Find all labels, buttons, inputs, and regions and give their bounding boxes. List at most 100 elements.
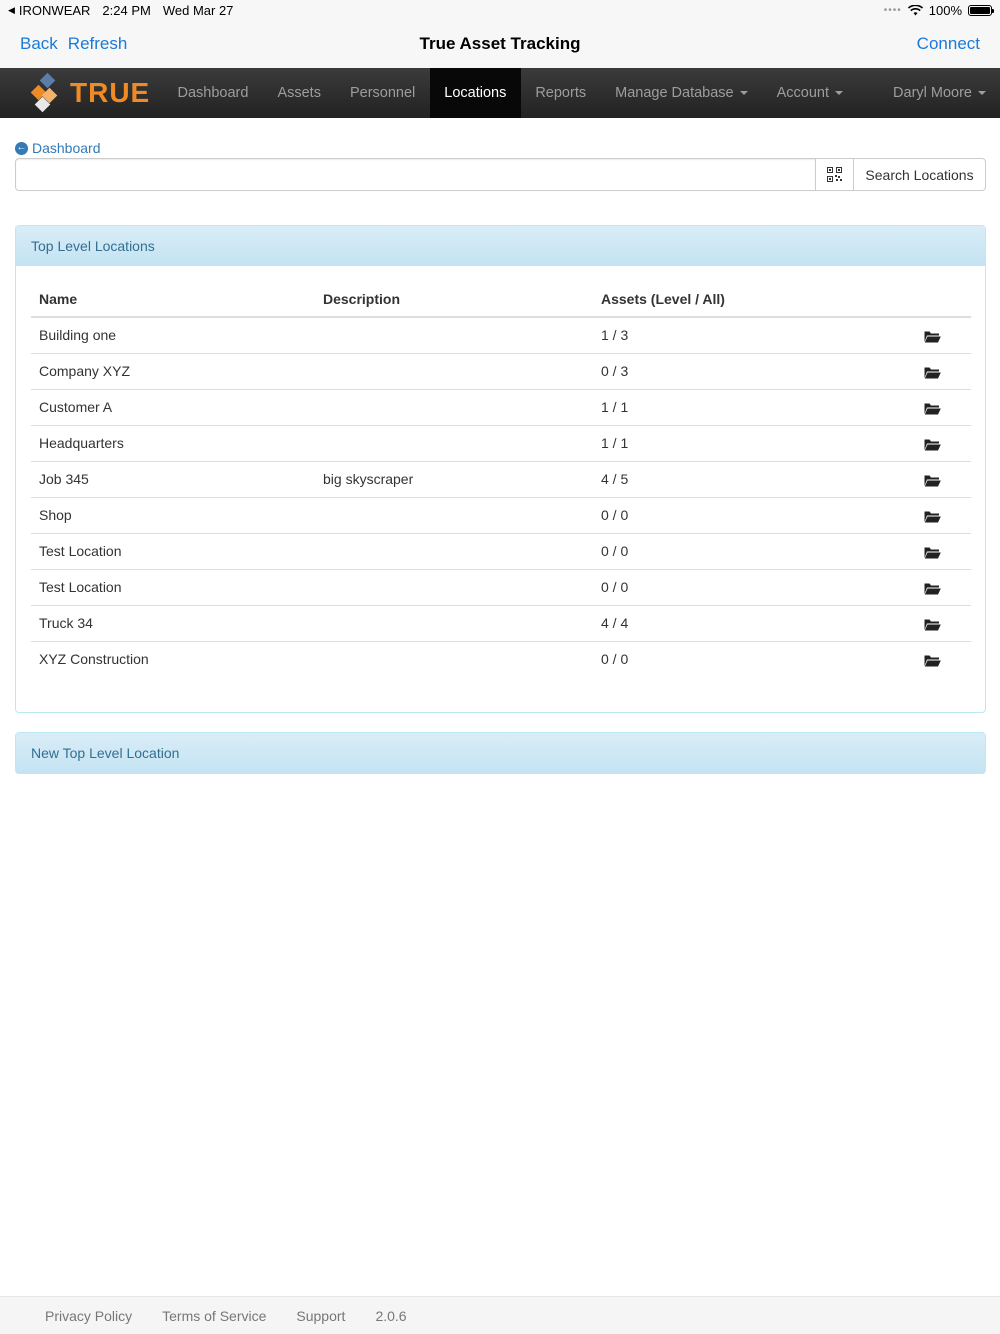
- qrcode-icon: [827, 167, 842, 182]
- version-label: 2.0.6: [375, 1307, 407, 1324]
- battery-percent: 100%: [928, 3, 962, 18]
- nav-manage-database[interactable]: Manage Database: [601, 68, 763, 118]
- open-location-button[interactable]: [893, 604, 971, 641]
- location-asset-count: 0 / 0: [593, 568, 893, 605]
- support-link[interactable]: Support: [281, 1308, 360, 1324]
- connect-button[interactable]: Connect: [917, 34, 980, 54]
- column-header-actions: [893, 281, 971, 318]
- open-location-button[interactable]: [893, 496, 971, 533]
- location-name: Building one: [39, 327, 117, 344]
- breadcrumb-dashboard-link[interactable]: ← Dashboard: [15, 140, 101, 156]
- terms-of-service-link[interactable]: Terms of Service: [147, 1308, 281, 1324]
- status-bar: ◀ IRONWEAR 2:24 PM Wed Mar 27 •••• 100%: [0, 0, 1000, 22]
- folder-open-icon: [924, 655, 941, 667]
- circle-arrow-left-icon: ←: [15, 141, 28, 155]
- location-asset-count: 4 / 4: [593, 604, 893, 641]
- nav-account-label: Account: [776, 85, 830, 101]
- open-location-button[interactable]: [893, 317, 971, 353]
- column-header-name: Name: [31, 281, 315, 318]
- open-location-button[interactable]: [893, 352, 971, 389]
- location-description: big skyscraper: [315, 460, 593, 497]
- caret-down-icon: [978, 91, 986, 95]
- table-row: Headquarters 1 / 1: [31, 424, 971, 461]
- location-description: [315, 496, 593, 533]
- location-description: [315, 568, 593, 605]
- nav-dashboard[interactable]: Dashboard: [163, 68, 263, 118]
- qr-scan-button[interactable]: [815, 158, 854, 191]
- status-time: 2:24 PM: [102, 3, 151, 18]
- location-asset-count: 1 / 1: [593, 388, 893, 425]
- open-location-button[interactable]: [893, 568, 971, 605]
- open-location-button[interactable]: [893, 388, 971, 425]
- search-locations-button[interactable]: Search Locations: [854, 158, 986, 191]
- open-location-button[interactable]: [893, 460, 971, 497]
- location-name: Headquarters: [31, 424, 315, 461]
- location-asset-count: 0 / 0: [593, 496, 893, 533]
- refresh-button[interactable]: Refresh: [68, 34, 128, 54]
- location-name: Company XYZ: [31, 352, 315, 389]
- status-date: Wed Mar 27: [162, 3, 234, 18]
- folder-open-icon: [924, 547, 941, 559]
- nav-reports[interactable]: Reports: [521, 68, 601, 118]
- nav-account[interactable]: Account: [762, 68, 857, 118]
- nav-assets[interactable]: Assets: [263, 68, 336, 118]
- breadcrumb-label: Dashboard: [32, 140, 101, 156]
- location-description: [315, 424, 593, 461]
- ios-navigation-bar: Back Refresh True Asset Tracking Connect: [0, 22, 1000, 68]
- wifi-icon: [907, 5, 923, 16]
- table-row: Test Location 0 / 0: [31, 532, 971, 569]
- table-row: Job 345 big skyscraper 4 / 5: [31, 460, 971, 497]
- table-header-row: Name Description Assets (Level / All): [31, 281, 971, 318]
- privacy-policy-link[interactable]: Privacy Policy: [30, 1308, 147, 1324]
- back-button[interactable]: Back: [20, 34, 58, 54]
- location-name: Shop: [31, 496, 315, 533]
- location-name: Truck 34: [31, 604, 315, 641]
- location-description: [315, 352, 593, 389]
- new-location-title[interactable]: New Top Level Location: [16, 733, 985, 773]
- folder-open-icon: [924, 511, 941, 523]
- back-to-app-icon[interactable]: ◀: [8, 5, 15, 16]
- folder-open-icon: [924, 439, 941, 451]
- true-logo-icon: [30, 72, 66, 113]
- user-name: Daryl Moore: [893, 85, 972, 101]
- location-asset-count: 0 / 0: [593, 640, 893, 677]
- locations-table: Name Description Assets (Level / All) Bu…: [31, 281, 971, 677]
- carrier-label[interactable]: IRONWEAR: [19, 3, 91, 18]
- column-header-assets: Assets (Level / All): [593, 281, 893, 318]
- table-row: XYZ Construction 0 / 0: [31, 640, 971, 677]
- nav-locations[interactable]: Locations: [429, 68, 521, 118]
- footer: Privacy Policy Terms of Service Support …: [0, 1296, 1000, 1334]
- brand-logo[interactable]: TRUE: [0, 68, 163, 118]
- location-asset-count: 0 / 3: [593, 352, 893, 389]
- open-location-button[interactable]: [893, 640, 971, 677]
- nav-user-menu[interactable]: Daryl Moore: [879, 68, 1000, 118]
- location-description: [315, 388, 593, 425]
- caret-down-icon: [739, 91, 748, 95]
- location-name: Job 345: [31, 460, 315, 497]
- new-top-level-location-panel[interactable]: New Top Level Location: [15, 732, 986, 774]
- signal-icon: ••••: [883, 5, 902, 16]
- column-header-description: Description: [315, 281, 593, 318]
- folder-open-icon: [924, 475, 941, 487]
- battery-icon: [968, 5, 994, 16]
- folder-open-icon: [924, 403, 941, 415]
- location-name: Customer A: [31, 388, 315, 425]
- nav-manage-database-label: Manage Database: [615, 85, 734, 101]
- location-name: XYZ Construction: [31, 640, 315, 677]
- nav-personnel[interactable]: Personnel: [335, 68, 429, 118]
- open-location-button[interactable]: [893, 424, 971, 461]
- location-description: [315, 317, 593, 353]
- folder-open-icon: [924, 367, 941, 379]
- caret-down-icon: [835, 91, 844, 95]
- open-location-button[interactable]: [893, 532, 971, 569]
- table-row: Shop 0 / 0: [31, 496, 971, 533]
- top-level-locations-panel: Top Level Locations Name Description Ass…: [15, 225, 986, 713]
- location-name: Test Location: [31, 532, 315, 569]
- search-input[interactable]: [15, 158, 815, 191]
- location-description: [315, 640, 593, 677]
- table-row: Customer A 1 / 1: [31, 388, 971, 425]
- location-name: Test Location: [31, 568, 315, 605]
- location-asset-count: 0 / 0: [593, 532, 893, 569]
- folder-open-icon: [924, 331, 941, 343]
- location-description: [315, 532, 593, 569]
